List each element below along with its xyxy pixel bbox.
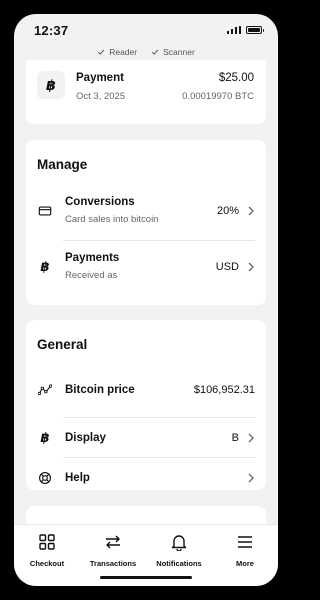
check-icon [151, 49, 159, 55]
section-title: Manage [37, 157, 88, 172]
chart-line-icon [37, 382, 53, 398]
help-icon [37, 470, 53, 486]
card-icon [37, 203, 53, 219]
tab-label: More [236, 559, 254, 568]
grid-icon [39, 534, 55, 550]
phone-screen: 12:37 Reader Scanner ฿ Payment Oct 3, 20… [14, 14, 278, 586]
chevron-right-icon [248, 262, 254, 271]
arrows-swap-icon [106, 535, 120, 549]
row-value: B [231, 432, 239, 444]
bitcoin-price-row[interactable]: Bitcoin price $106,952.31 [37, 382, 255, 398]
manage-section: Manage Conversions Card sales into bitco… [26, 140, 266, 305]
battery-icon [246, 26, 264, 34]
payment-row[interactable]: ฿ Payment Oct 3, 2025 $25.00 0.00019970 … [26, 60, 266, 124]
tab-checkout[interactable]: Checkout [14, 533, 80, 568]
status-bar: 12:37 [14, 14, 278, 46]
row-subtitle: Received as [65, 270, 118, 281]
signal-icon [226, 26, 241, 34]
tab-more[interactable]: More [212, 533, 278, 568]
display-row[interactable]: ฿ Display B [37, 430, 255, 446]
check-icon [98, 49, 105, 55]
row-title: Payments [65, 252, 120, 264]
divider [63, 457, 255, 458]
status-time: 12:37 [34, 22, 69, 38]
payments-row[interactable]: ฿ Payments Received as USD [37, 252, 255, 281]
home-indicator[interactable] [100, 576, 192, 579]
tab-label: Checkout [29, 559, 65, 568]
reader-status: Reader [97, 47, 137, 57]
bell-icon [171, 535, 187, 551]
payment-amount: $25.00 [218, 72, 254, 84]
divider [63, 417, 255, 418]
payment-title: Payment [76, 72, 124, 84]
device-status: Reader Scanner [14, 44, 278, 60]
bitcoin-icon: ฿ [40, 258, 50, 274]
chevron-right-icon [248, 433, 254, 443]
menu-icon [238, 536, 252, 548]
divider [63, 240, 255, 241]
row-value: 20% [216, 204, 239, 217]
row-title: Conversions [65, 196, 135, 208]
tab-notifications[interactable]: Notifications [146, 533, 212, 568]
row-title: Bitcoin price [65, 384, 135, 396]
row-title: Help [65, 472, 90, 484]
status-icons [226, 26, 264, 34]
bitcoin-icon: ฿ [37, 71, 65, 99]
tab-transactions[interactable]: Transactions [80, 533, 146, 568]
section-title: General [37, 337, 88, 352]
tab-label: Notifications [156, 559, 202, 568]
bitcoin-icon: ฿ [40, 430, 50, 445]
row-title: Display [65, 432, 106, 444]
tab-label: Transactions [89, 559, 137, 568]
general-section: General Bitcoin price $106,952.31 ฿ Disp… [26, 320, 266, 490]
payment-date: Oct 3, 2025 [76, 91, 126, 102]
chevron-right-icon [248, 473, 254, 483]
conversions-row[interactable]: Conversions Card sales into bitcoin 20% [37, 196, 255, 225]
row-value: $106,952.31 [193, 384, 255, 396]
scanner-status: Scanner [151, 47, 195, 57]
row-value: USD [215, 260, 239, 273]
help-row[interactable]: Help [37, 470, 255, 486]
row-subtitle: Card sales into bitcoin [65, 214, 159, 225]
payment-btc-amount: 0.00019970 BTC [182, 91, 254, 102]
chevron-right-icon [248, 206, 254, 215]
